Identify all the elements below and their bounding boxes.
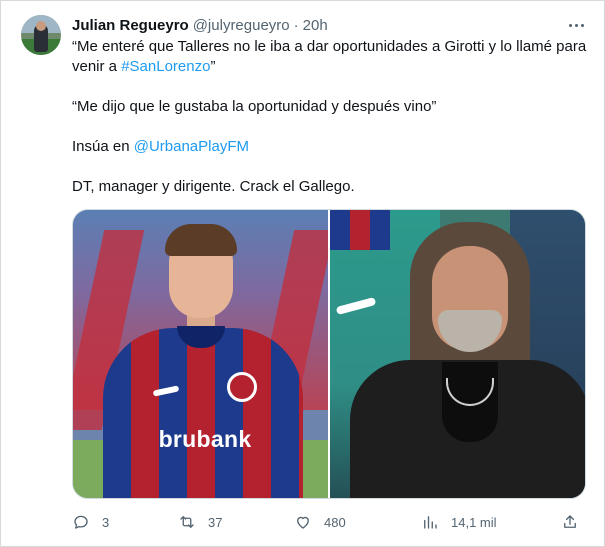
action-bar: 3 37 480 14,1 mil <box>72 509 587 535</box>
tweet-paragraph-3: Insúa en @UrbanaPlayFM <box>72 137 587 157</box>
views-button[interactable]: 14,1 mil <box>421 509 497 535</box>
tweet-paragraph-1: “Me enteré que Talleres no le iba a dar … <box>72 37 587 77</box>
tweet-text-segment: Insúa en <box>72 138 134 155</box>
like-button[interactable]: 480 <box>294 509 346 535</box>
tweet-card[interactable]: Julian Regueyro @julyregueyro · 20h “Me … <box>0 0 605 547</box>
repost-count: 37 <box>208 514 223 530</box>
photo-player[interactable]: brubank <box>73 210 328 498</box>
share-button[interactable] <box>561 509 579 535</box>
tweet-text-segment: ” <box>210 58 216 75</box>
club-crest <box>227 372 257 402</box>
share-icon <box>564 515 576 528</box>
header-separator: · <box>293 16 299 34</box>
hashtag-link[interactable]: #SanLorenzo <box>121 58 210 75</box>
tweet-paragraph-2: “Me dijo que le gustaba la oportunidad y… <box>72 98 437 115</box>
photo-coach[interactable] <box>330 210 585 498</box>
avatar-head <box>36 21 46 31</box>
reply-button[interactable]: 3 <box>72 509 109 535</box>
like-icon <box>297 516 309 529</box>
jersey-sponsor: brubank <box>158 426 252 452</box>
tweet-text: “Me enteré que Talleres no le iba a dar … <box>72 37 587 197</box>
tweet-timestamp[interactable]: 20h <box>303 17 328 34</box>
tweet-header: Julian Regueyro @julyregueyro · 20h <box>72 15 328 35</box>
reply-count: 3 <box>102 514 110 530</box>
mention-link[interactable]: @UrbanaPlayFM <box>134 138 249 155</box>
more-icon[interactable] <box>564 15 588 35</box>
reply-icon <box>74 515 88 529</box>
avatar[interactable] <box>21 15 61 55</box>
repost-button[interactable]: 37 <box>178 509 222 535</box>
tweet-paragraph-4: DT, manager y dirigente. Crack el Galleg… <box>72 178 355 195</box>
media-grid: brubank <box>72 209 586 499</box>
views-icon <box>424 516 437 529</box>
author-name[interactable]: Julian Regueyro <box>72 17 189 34</box>
repost-icon <box>180 516 194 528</box>
views-count: 14,1 mil <box>451 514 497 530</box>
player-jersey <box>103 328 303 498</box>
author-handle[interactable]: @julyregueyro <box>193 17 290 34</box>
player-hair <box>165 224 237 256</box>
like-count: 480 <box>324 514 346 530</box>
